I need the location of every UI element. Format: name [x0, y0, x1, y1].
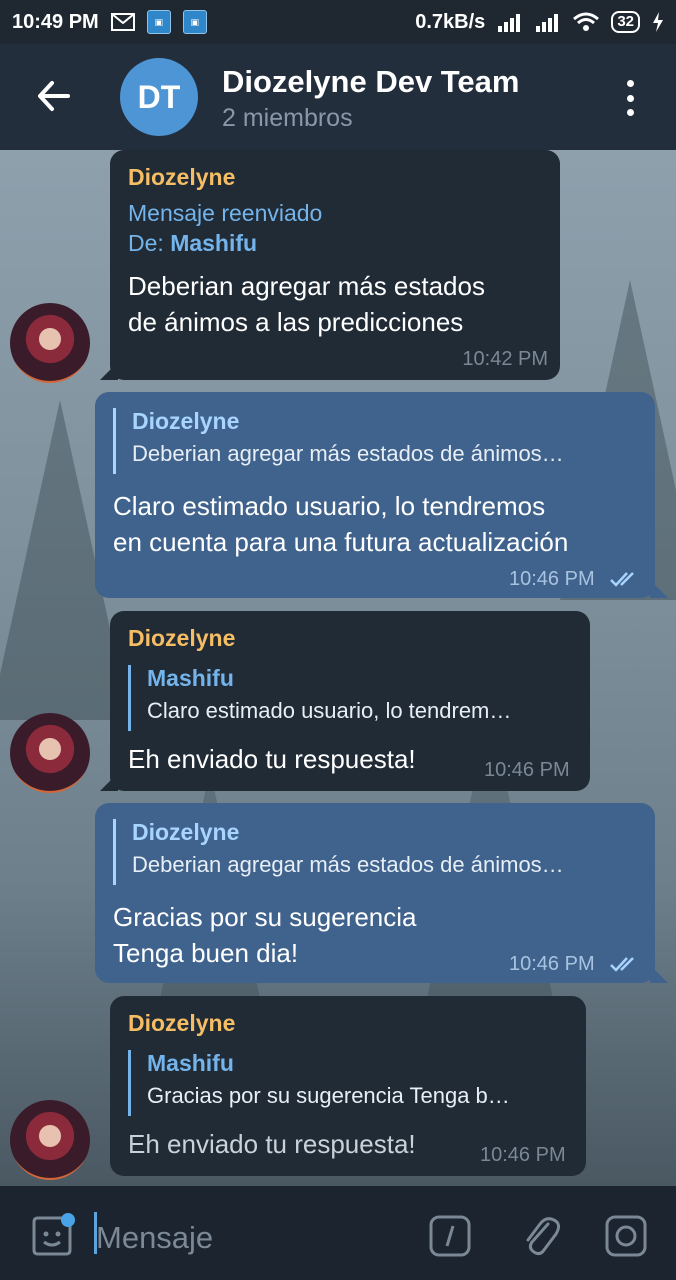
message-input[interactable]: Mensaje: [96, 1220, 213, 1256]
read-checks-icon: [610, 957, 634, 972]
charging-icon: [652, 12, 664, 32]
message-text-line: Claro estimado usuario, lo tendremos: [113, 491, 546, 521]
bubble-tail: [100, 773, 118, 791]
forward-from-name[interactable]: Mashifu: [170, 230, 257, 256]
app-notification-icon-2: ▣: [182, 10, 207, 34]
reply-quote[interactable]: Mashifu Gracias por su sugerencia Tenga …: [128, 1050, 568, 1116]
bubble-tail: [100, 362, 118, 380]
reply-name: Diozelyne: [132, 819, 240, 845]
signal-icon: [497, 12, 523, 32]
message-input-bar: Mensaje: [0, 1186, 676, 1280]
message-text-line: Tenga buen dia!: [113, 938, 299, 968]
camera-icon[interactable]: [604, 1214, 648, 1263]
forward-from[interactable]: De: Mashifu: [128, 230, 257, 257]
reply-quote[interactable]: Diozelyne Deberian agregar más estados d…: [113, 408, 639, 474]
read-checks-icon: [610, 572, 634, 587]
sender-avatar[interactable]: [10, 713, 90, 793]
more-options-icon[interactable]: [618, 80, 642, 116]
back-arrow-icon[interactable]: [36, 78, 72, 114]
message-bubble-outgoing[interactable]: Diozelyne Deberian agregar más estados d…: [95, 803, 655, 983]
message-text-line: Eh enviado tu respuesta!: [128, 1129, 416, 1159]
status-bar: 10:49 PM ▣ ▣ 0.7kB/s 32: [0, 0, 676, 44]
battery-indicator: 32: [611, 11, 640, 33]
bubble-tail: [650, 965, 668, 983]
sticker-icon[interactable]: [28, 1212, 76, 1265]
bot-command-icon[interactable]: [428, 1214, 472, 1263]
text-cursor: [94, 1212, 97, 1254]
sender-avatar[interactable]: [10, 303, 90, 383]
reply-name: Mashifu: [147, 1050, 234, 1076]
forward-label: Mensaje reenviado: [128, 200, 323, 226]
message-bubble-incoming[interactable]: Diozelyne Mashifu Claro estimado usuario…: [110, 611, 590, 791]
message-text-line: Eh enviado tu respuesta!: [128, 744, 416, 774]
member-count: 2 miembros: [222, 104, 353, 132]
reply-quote[interactable]: Diozelyne Deberian agregar más estados d…: [113, 819, 639, 885]
network-speed: 0.7kB/s: [415, 10, 486, 33]
reply-text: Deberian agregar más estados de ánimos…: [132, 441, 564, 466]
message-text-line: en cuenta para una futura actualización: [113, 527, 569, 557]
sender-name[interactable]: Diozelyne: [128, 1010, 235, 1037]
reply-quote[interactable]: Mashifu Claro estimado usuario, lo tendr…: [128, 665, 574, 731]
group-avatar[interactable]: DT: [120, 58, 198, 136]
message-text-line: de ánimos a las predicciones: [128, 307, 464, 337]
message-text-line: Deberian agregar más estados: [128, 271, 485, 301]
attach-icon[interactable]: [518, 1212, 562, 1265]
signal-icon-2: [535, 12, 561, 32]
reply-text: Deberian agregar más estados de ánimos…: [132, 852, 564, 877]
reply-name: Diozelyne: [132, 408, 240, 434]
message-time: 10:46 PM: [509, 953, 595, 975]
reply-text: Claro estimado usuario, lo tendrem…: [147, 698, 512, 723]
message-time: 10:46 PM: [480, 1144, 566, 1166]
message-bubble-outgoing[interactable]: Diozelyne Deberian agregar más estados d…: [95, 392, 655, 598]
sender-name[interactable]: Diozelyne: [128, 625, 235, 652]
chat-header: DT Diozelyne Dev Team 2 miembros: [0, 44, 676, 150]
reply-name: Mashifu: [147, 665, 234, 691]
app-notification-icon: ▣: [146, 10, 171, 34]
message-time: 10:42 PM: [462, 348, 548, 370]
forward-from-prefix: De:: [128, 230, 171, 256]
wifi-icon: [573, 12, 600, 32]
message-time: 10:46 PM: [484, 759, 570, 781]
message-time: 10:46 PM: [509, 568, 595, 590]
mail-icon: [110, 13, 135, 31]
reply-text: Gracias por su sugerencia Tenga b…: [147, 1083, 510, 1108]
status-time: 10:49 PM: [12, 10, 99, 33]
chat-history[interactable]: Diozelyne Mensaje reenviado De: Mashifu …: [0, 150, 676, 1186]
message-bubble-incoming[interactable]: Diozelyne Mashifu Gracias por su sugeren…: [110, 996, 586, 1176]
sender-name[interactable]: Diozelyne: [128, 164, 235, 191]
message-text-line: Gracias por su sugerencia: [113, 902, 417, 932]
chat-title[interactable]: Diozelyne Dev Team: [222, 64, 519, 100]
sender-avatar[interactable]: [10, 1100, 90, 1180]
message-bubble-incoming[interactable]: Diozelyne Mensaje reenviado De: Mashifu …: [110, 150, 560, 380]
